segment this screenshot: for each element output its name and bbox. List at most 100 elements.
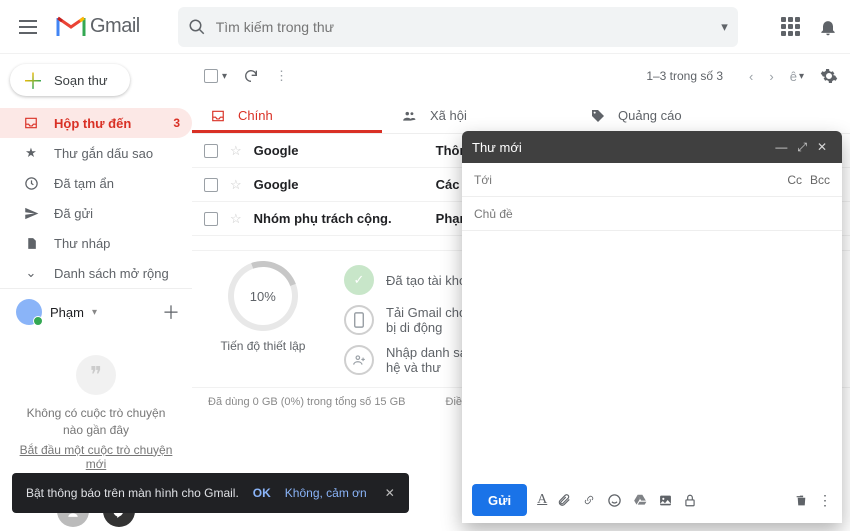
menu-icon[interactable]: [8, 7, 48, 47]
primary-tab-icon: [210, 109, 226, 123]
compose-title: Thư mới: [472, 140, 522, 155]
row-checkbox[interactable]: [204, 144, 218, 158]
trash-icon[interactable]: [795, 493, 808, 508]
row-checkbox[interactable]: [204, 178, 218, 192]
message-sender: Google: [254, 177, 424, 192]
user-row: Phạm ▾ ＋: [0, 288, 192, 335]
clock-icon: [22, 176, 40, 191]
hangouts-start[interactable]: Bắt đầu một cuộc trò chuyện mới: [10, 443, 182, 471]
tab-social[interactable]: Xã hội: [382, 98, 572, 133]
close-icon[interactable]: ✕: [812, 140, 832, 154]
quote-icon: ❞: [76, 355, 116, 395]
progress-label: Tiến độ thiết lập: [221, 339, 306, 353]
product-name: Gmail: [90, 15, 140, 38]
more-icon[interactable]: ⋮: [275, 68, 288, 84]
prev-page-icon[interactable]: ‹: [749, 69, 753, 84]
cc-toggle[interactable]: Cc: [779, 173, 802, 187]
apps-icon[interactable]: [781, 17, 800, 36]
star-toggle[interactable]: ☆: [230, 211, 242, 227]
compose-label: Soạn thư: [54, 73, 108, 88]
nav-inbox-count: 3: [173, 116, 180, 130]
check-icon: ✓: [344, 265, 374, 295]
format-icon[interactable]: A: [537, 492, 547, 508]
next-page-icon[interactable]: ›: [769, 69, 773, 84]
tab-primary-label: Chính: [238, 108, 273, 123]
storage-text: Đã dùng 0 GB (0%) trong tổng số 15 GB: [208, 396, 406, 408]
tab-promotions[interactable]: Quảng cáo: [572, 98, 762, 133]
subject-placeholder: Chủ đề: [474, 207, 513, 221]
plus-icon: ＋: [22, 64, 44, 96]
nav-inbox-label: Hộp thư đến: [54, 116, 131, 131]
star-icon: ★: [22, 145, 40, 161]
toolbar: ▾ ⋮ 1–3 trong số 3 ‹ › ê▾: [192, 54, 850, 98]
nav-starred[interactable]: ★ Thư gắn dấu sao: [0, 138, 192, 168]
nav-inbox[interactable]: Hộp thư đến 3: [0, 108, 192, 138]
select-all-checkbox[interactable]: ▾: [204, 69, 227, 83]
row-checkbox[interactable]: [204, 212, 218, 226]
compose-window: Thư mới — ⤢ ✕ Tới Cc Bcc Chủ đề Gửi A ⋮: [462, 131, 842, 523]
drive-icon[interactable]: [632, 493, 648, 507]
nav-drafts-label: Thư nháp: [54, 236, 110, 251]
progress-ring: 10%: [216, 249, 309, 342]
hangouts-panel: ❞ Không có cuộc trò chuyện nào gần đây B…: [0, 335, 192, 491]
star-toggle[interactable]: ☆: [230, 143, 242, 159]
nav-sent[interactable]: Đã gửi: [0, 198, 192, 228]
compose-body[interactable]: [462, 231, 842, 477]
user-menu-icon[interactable]: ▾: [92, 307, 97, 318]
link-icon[interactable]: [581, 495, 597, 505]
contact-add-icon: [344, 345, 374, 375]
people-icon: [400, 109, 418, 123]
star-toggle[interactable]: ☆: [230, 177, 242, 193]
notification-toast: Bật thông báo trên màn hình cho Gmail. O…: [12, 473, 409, 513]
nav-drafts[interactable]: Thư nháp: [0, 228, 192, 258]
compose-header[interactable]: Thư mới — ⤢ ✕: [462, 131, 842, 163]
input-tool-icon[interactable]: ê▾: [790, 69, 804, 84]
nav-snoozed[interactable]: Đã tạm ẩn: [0, 168, 192, 198]
fullscreen-icon[interactable]: ⤢: [792, 140, 812, 155]
nav-more[interactable]: ⌄ Danh sách mở rộng: [0, 258, 192, 288]
compose-footer: Gửi A ⋮: [462, 477, 842, 523]
user-name: Phạm: [50, 305, 84, 320]
gmail-logo[interactable]: Gmail: [48, 15, 148, 38]
tag-icon: [590, 108, 606, 124]
tab-primary[interactable]: Chính: [192, 98, 382, 133]
search-options-icon[interactable]: ▾: [721, 19, 728, 35]
app-header: Gmail ▾: [0, 0, 850, 54]
toast-dismiss-button[interactable]: Không, cảm ơn: [285, 486, 367, 500]
notifications-icon[interactable]: [818, 17, 838, 37]
settings-icon[interactable]: [820, 67, 838, 85]
refresh-icon[interactable]: [243, 68, 259, 84]
close-icon[interactable]: ✕: [381, 486, 399, 500]
search-input[interactable]: [206, 19, 721, 35]
chevron-down-icon: ⌄: [22, 265, 40, 281]
subject-row[interactable]: Chủ đề: [462, 197, 842, 231]
bcc-toggle[interactable]: Bcc: [802, 173, 830, 187]
image-icon[interactable]: [658, 494, 673, 507]
toast-ok-button[interactable]: OK: [253, 486, 271, 500]
nav-starred-label: Thư gắn dấu sao: [54, 146, 153, 161]
message-sender: Nhóm phụ trách cộng.: [254, 211, 424, 226]
search-bar[interactable]: ▾: [178, 7, 738, 47]
envelope-icon: [56, 16, 86, 38]
nav-more-label: Danh sách mở rộng: [54, 266, 169, 281]
attach-icon[interactable]: [557, 492, 571, 508]
recipients-row[interactable]: Tới Cc Bcc: [462, 163, 842, 197]
search-icon: [188, 18, 206, 36]
tab-social-label: Xã hội: [430, 108, 467, 123]
tab-promotions-label: Quảng cáo: [618, 108, 682, 123]
avatar[interactable]: [16, 299, 42, 325]
minimize-icon[interactable]: —: [770, 140, 792, 154]
message-sender: Google: [254, 143, 424, 158]
compose-button[interactable]: ＋ Soạn thư: [10, 64, 130, 96]
new-chat-icon[interactable]: ＋: [162, 299, 180, 325]
toast-text: Bật thông báo trên màn hình cho Gmail.: [26, 486, 239, 500]
emoji-icon[interactable]: [607, 493, 622, 508]
sidebar: ＋ Soạn thư Hộp thư đến 3 ★ Thư gắn dấu s…: [0, 54, 192, 523]
nav-sent-label: Đã gửi: [54, 206, 93, 221]
inbox-icon: [22, 116, 40, 130]
page-range: 1–3 trong số 3: [646, 69, 723, 83]
more-options-icon[interactable]: ⋮: [818, 492, 832, 509]
send-button[interactable]: Gửi: [472, 484, 527, 516]
confidential-icon[interactable]: [683, 493, 697, 508]
progress-widget: 10% Tiến độ thiết lập: [208, 261, 318, 375]
